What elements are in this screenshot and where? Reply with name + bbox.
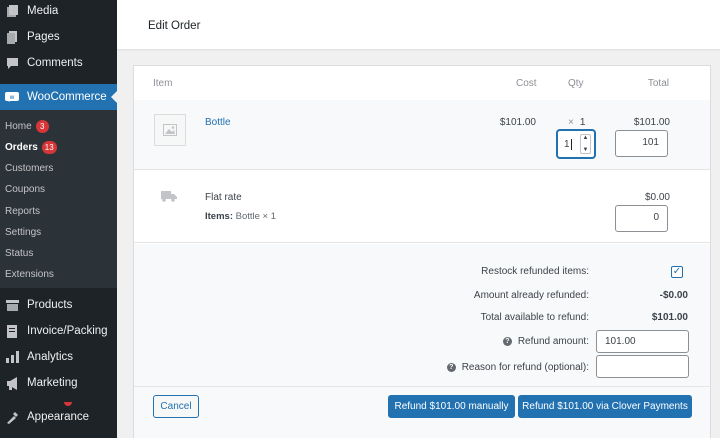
menu-label: WooCommerce (27, 91, 107, 103)
text-cursor (570, 138, 572, 150)
menu-item-analytics[interactable]: Analytics (0, 344, 117, 370)
menu-label: Pages (27, 31, 60, 43)
column-header-item: Item (153, 78, 173, 89)
refund-amount-label-text: Refund amount: (517, 336, 589, 347)
menu-item-media[interactable]: Media (0, 0, 117, 24)
shipping-items-label: Items: (205, 211, 233, 222)
svg-text:w: w (10, 94, 15, 101)
qty-prefix: × (568, 117, 574, 128)
image-placeholder-icon (163, 124, 177, 136)
products-icon (5, 298, 19, 312)
admin-sidebar: Media Pages Comments w WooCommerce Home … (0, 0, 117, 438)
already-refunded-value: -$0.00 (659, 290, 688, 301)
woocommerce-submenu: Home 3 Orders 13 Customers Coupons Repor… (0, 110, 117, 288)
analytics-icon (5, 350, 19, 364)
menu-item-woocommerce[interactable]: w WooCommerce (0, 84, 117, 110)
checkmark-icon: ✓ (672, 266, 682, 277)
restock-checkbox[interactable]: ✓ (671, 266, 683, 278)
refund-line-total-input[interactable]: 101 (615, 130, 668, 157)
submenu-label: Coupons (5, 184, 46, 195)
submenu-item-home[interactable]: Home 3 (5, 120, 49, 133)
refund-shipping-input[interactable]: 0 (615, 205, 668, 232)
item-qty: × 1 (568, 117, 585, 128)
marketing-icon (5, 376, 19, 390)
menu-item-pages[interactable]: Pages (0, 24, 117, 50)
refund-amount-input[interactable]: 101.00 (596, 330, 689, 353)
menu-label: Products (27, 299, 73, 311)
menu-item-marketing[interactable]: Marketing (0, 370, 117, 396)
available-refund-label: Total available to refund: (480, 312, 589, 323)
shipping-items-value: Bottle × 1 (235, 211, 277, 222)
submenu-label: Reports (5, 206, 41, 217)
pages-icon (5, 30, 19, 44)
qty-spinner[interactable]: ▲ ▼ (580, 134, 591, 154)
chevron-up-icon[interactable]: ▲ (583, 135, 589, 141)
order-items-panel: Item Cost Qty Total Bottle $101.00 × 1 $1… (133, 65, 711, 438)
cancel-button[interactable]: Cancel (153, 395, 199, 418)
menu-item-products[interactable]: Products (0, 292, 117, 318)
submenu-item-orders[interactable]: Orders 13 (5, 141, 57, 154)
refund-reason-label-text: Reason for refund (optional): (461, 362, 589, 373)
notification-dot (64, 402, 72, 406)
restock-label: Restock refunded items: (481, 266, 589, 277)
menu-label: Comments (27, 57, 83, 69)
chevron-down-icon[interactable]: ▼ (583, 147, 589, 153)
help-icon[interactable]: ? (446, 363, 456, 372)
refund-reason-label: ? Reason for refund (optional): (446, 362, 589, 373)
menu-item-comments[interactable]: Comments (0, 50, 117, 76)
submenu-item-extensions[interactable]: Extensions (5, 269, 54, 280)
comments-icon (5, 56, 19, 70)
page-header: Edit Order (117, 0, 720, 49)
page-title: Edit Order (148, 20, 201, 32)
submenu-item-status[interactable]: Status (5, 248, 33, 259)
menu-label: Media (27, 5, 59, 17)
menu-label: Appearance (27, 411, 90, 423)
item-total: $101.00 (633, 117, 670, 128)
woocommerce-icon: w (5, 90, 19, 104)
count-badge: 13 (41, 141, 57, 154)
submenu-label: Extensions (5, 269, 54, 280)
submenu-label: Status (5, 248, 34, 259)
refund-qty-input[interactable]: 1 ▲ ▼ (557, 130, 595, 158)
shipping-items: Items: Bottle × 1 (205, 211, 276, 222)
submenu-label: Settings (5, 227, 42, 238)
refund-reason-input[interactable] (596, 355, 689, 378)
refund-manually-button[interactable]: Refund $101.00 manually (388, 395, 515, 418)
item-cost: $101.00 (499, 117, 536, 128)
already-refunded-label: Amount already refunded: (473, 290, 589, 301)
column-header-qty: Qty (568, 78, 584, 89)
shipping-total: $0.00 (644, 192, 670, 203)
qty-value: 1 (579, 117, 586, 128)
menu-item-invoice-packing[interactable]: Invoice/Packing (0, 318, 117, 344)
appearance-icon (5, 410, 19, 424)
column-header-cost: Cost (516, 78, 537, 89)
media-icon (5, 4, 19, 18)
truck-icon (161, 190, 177, 205)
product-link[interactable]: Bottle (205, 117, 231, 128)
refund-qty-value: 1 (564, 138, 570, 150)
refund-section: Restock refunded items: ✓ Amount already… (134, 244, 710, 438)
submenu-label: Home (5, 121, 32, 132)
count-badge: 3 (35, 120, 49, 133)
refund-via-gateway-button[interactable]: Refund $101.00 via Clover Payments (518, 395, 692, 418)
submenu-item-reports[interactable]: Reports (5, 206, 40, 217)
divider (134, 386, 710, 387)
submenu-item-customers[interactable]: Customers (5, 163, 53, 174)
menu-label: Invoice/Packing (27, 325, 108, 337)
invoice-icon (5, 324, 19, 338)
column-header-total: Total (647, 78, 669, 89)
shipping-method-name: Flat rate (205, 192, 242, 203)
refund-amount-label: ? Refund amount: (502, 336, 589, 347)
product-thumbnail (154, 114, 186, 146)
submenu-label: Orders (5, 142, 38, 153)
submenu-item-coupons[interactable]: Coupons (5, 184, 45, 195)
menu-item-appearance[interactable]: Appearance (0, 402, 117, 430)
submenu-label: Customers (5, 163, 54, 174)
menu-label: Analytics (27, 351, 74, 363)
menu-label: Marketing (27, 377, 78, 389)
available-refund-value: $101.00 (651, 312, 688, 323)
submenu-item-settings[interactable]: Settings (5, 227, 41, 238)
help-icon[interactable]: ? (502, 337, 512, 346)
